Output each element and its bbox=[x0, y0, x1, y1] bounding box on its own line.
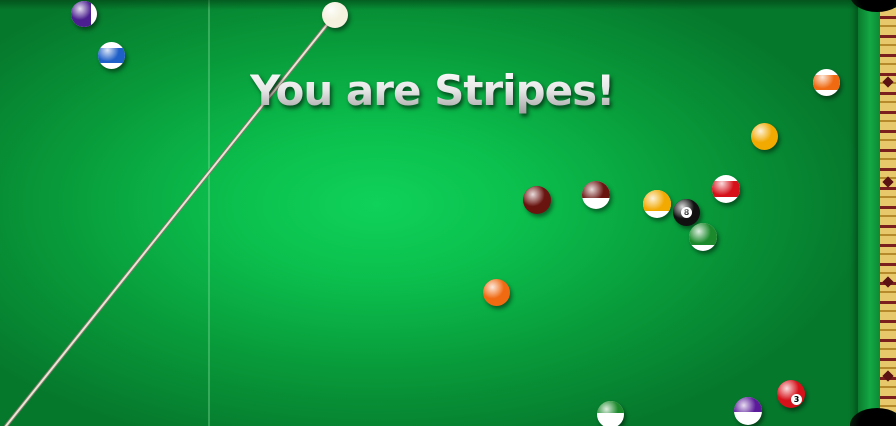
top-rail-shadow bbox=[0, 0, 896, 10]
stripe-ball-red bbox=[712, 175, 740, 203]
solid-ball-yellow bbox=[751, 123, 778, 150]
stripe-ball-green-bottom bbox=[597, 401, 624, 426]
player-group-announcement: You are Stripes! bbox=[250, 66, 630, 115]
head-string-line bbox=[208, 0, 210, 426]
stripe-ball-green bbox=[689, 223, 717, 251]
stripe-ball-maroon bbox=[582, 181, 610, 209]
stripe-ball-blue bbox=[98, 42, 125, 69]
solid-ball-red: 3 bbox=[777, 380, 805, 408]
solid-ball-maroon bbox=[523, 186, 551, 214]
stripe-ball-orange bbox=[813, 69, 840, 96]
table-felt[interactable] bbox=[0, 0, 896, 426]
eight-ball: 8 bbox=[673, 199, 700, 226]
stripe-ball-yellow bbox=[643, 190, 671, 218]
right-rail bbox=[880, 0, 896, 426]
right-cushion bbox=[858, 0, 880, 426]
game-stage[interactable]: You are Stripes! 8 bbox=[0, 0, 896, 426]
stripe-ball-violet bbox=[734, 397, 762, 425]
cue-ball[interactable] bbox=[322, 2, 348, 28]
solid-ball-orange bbox=[483, 279, 510, 306]
stripe-ball-purple bbox=[71, 1, 97, 27]
